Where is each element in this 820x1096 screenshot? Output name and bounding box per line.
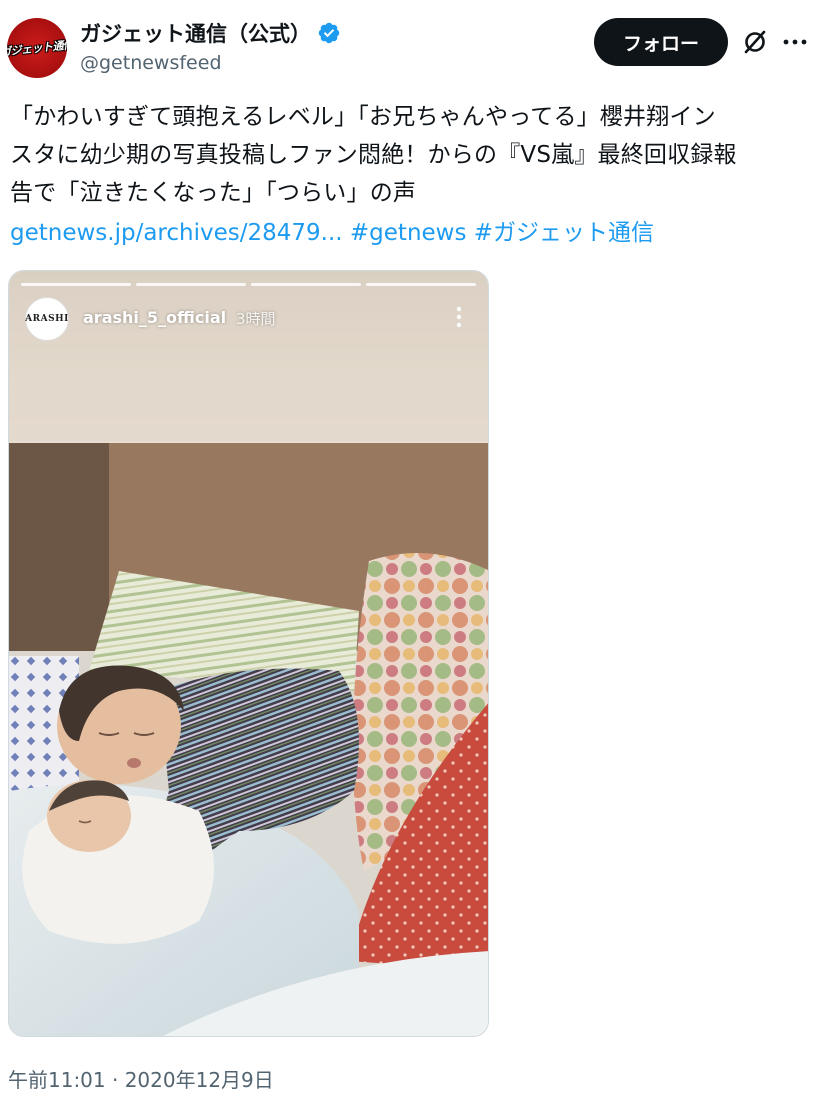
- story-progress-segment: [251, 283, 361, 286]
- story-avatar-text: ARASHI: [25, 314, 69, 324]
- story-time: 3時間: [236, 310, 276, 328]
- post-text-line: 「かわいすぎて頭抱えるレベル」「お兄ちゃんやってる」櫻井翔イン: [10, 104, 716, 130]
- follow-button[interactable]: フォロー: [594, 18, 728, 66]
- account-display-name[interactable]: ガジェット通信（公式）: [80, 18, 311, 48]
- verified-badge-icon: [318, 22, 340, 44]
- story-account-avatar: ARASHI: [25, 297, 69, 341]
- hashtag-getnews[interactable]: #getnews: [350, 220, 467, 246]
- grok-icon[interactable]: [741, 28, 769, 56]
- story-progress-segment: [366, 283, 476, 286]
- story-progress-segment: [21, 283, 131, 286]
- hashtag-gadget-tsushin[interactable]: #ガジェット通信: [474, 220, 654, 246]
- story-progress-segment: [136, 283, 246, 286]
- post-text-line: スタに幼少期の写真投稿しファン悶絶！からの『VS嵐』最終回収録報: [10, 142, 737, 168]
- account-avatar[interactable]: ガジェット通信: [7, 18, 67, 78]
- post-timestamp[interactable]: 午前11:01 · 2020年12月9日: [8, 1064, 274, 1093]
- story-username: arashi_5_official: [83, 308, 227, 327]
- avatar-logo-text: ガジェット通信: [7, 38, 67, 59]
- post-text: 「かわいすぎて頭抱えるレベル」「お兄ちゃんやってる」櫻井翔イン スタに幼少期の写…: [10, 98, 810, 212]
- account-handle[interactable]: @getnewsfeed: [80, 52, 222, 74]
- article-link[interactable]: getnews.jp/archives/28479...: [10, 220, 343, 246]
- post-text-line: 告で「泣きたくなった」「つらい」の声: [10, 180, 417, 206]
- post-links: getnews.jp/archives/28479... #getnews #ガ…: [10, 214, 654, 252]
- story-progress-bars: [21, 283, 476, 286]
- story-more-icon: [456, 306, 462, 328]
- story-photo-illustration: [9, 271, 488, 1036]
- more-dots-icon[interactable]: [781, 30, 809, 54]
- account-name-row: ガジェット通信（公式）: [80, 18, 341, 48]
- post-media-photo[interactable]: ARASHI arashi_5_official 3時間: [8, 270, 489, 1037]
- story-header-overlay: ARASHI arashi_5_official 3時間: [9, 271, 488, 361]
